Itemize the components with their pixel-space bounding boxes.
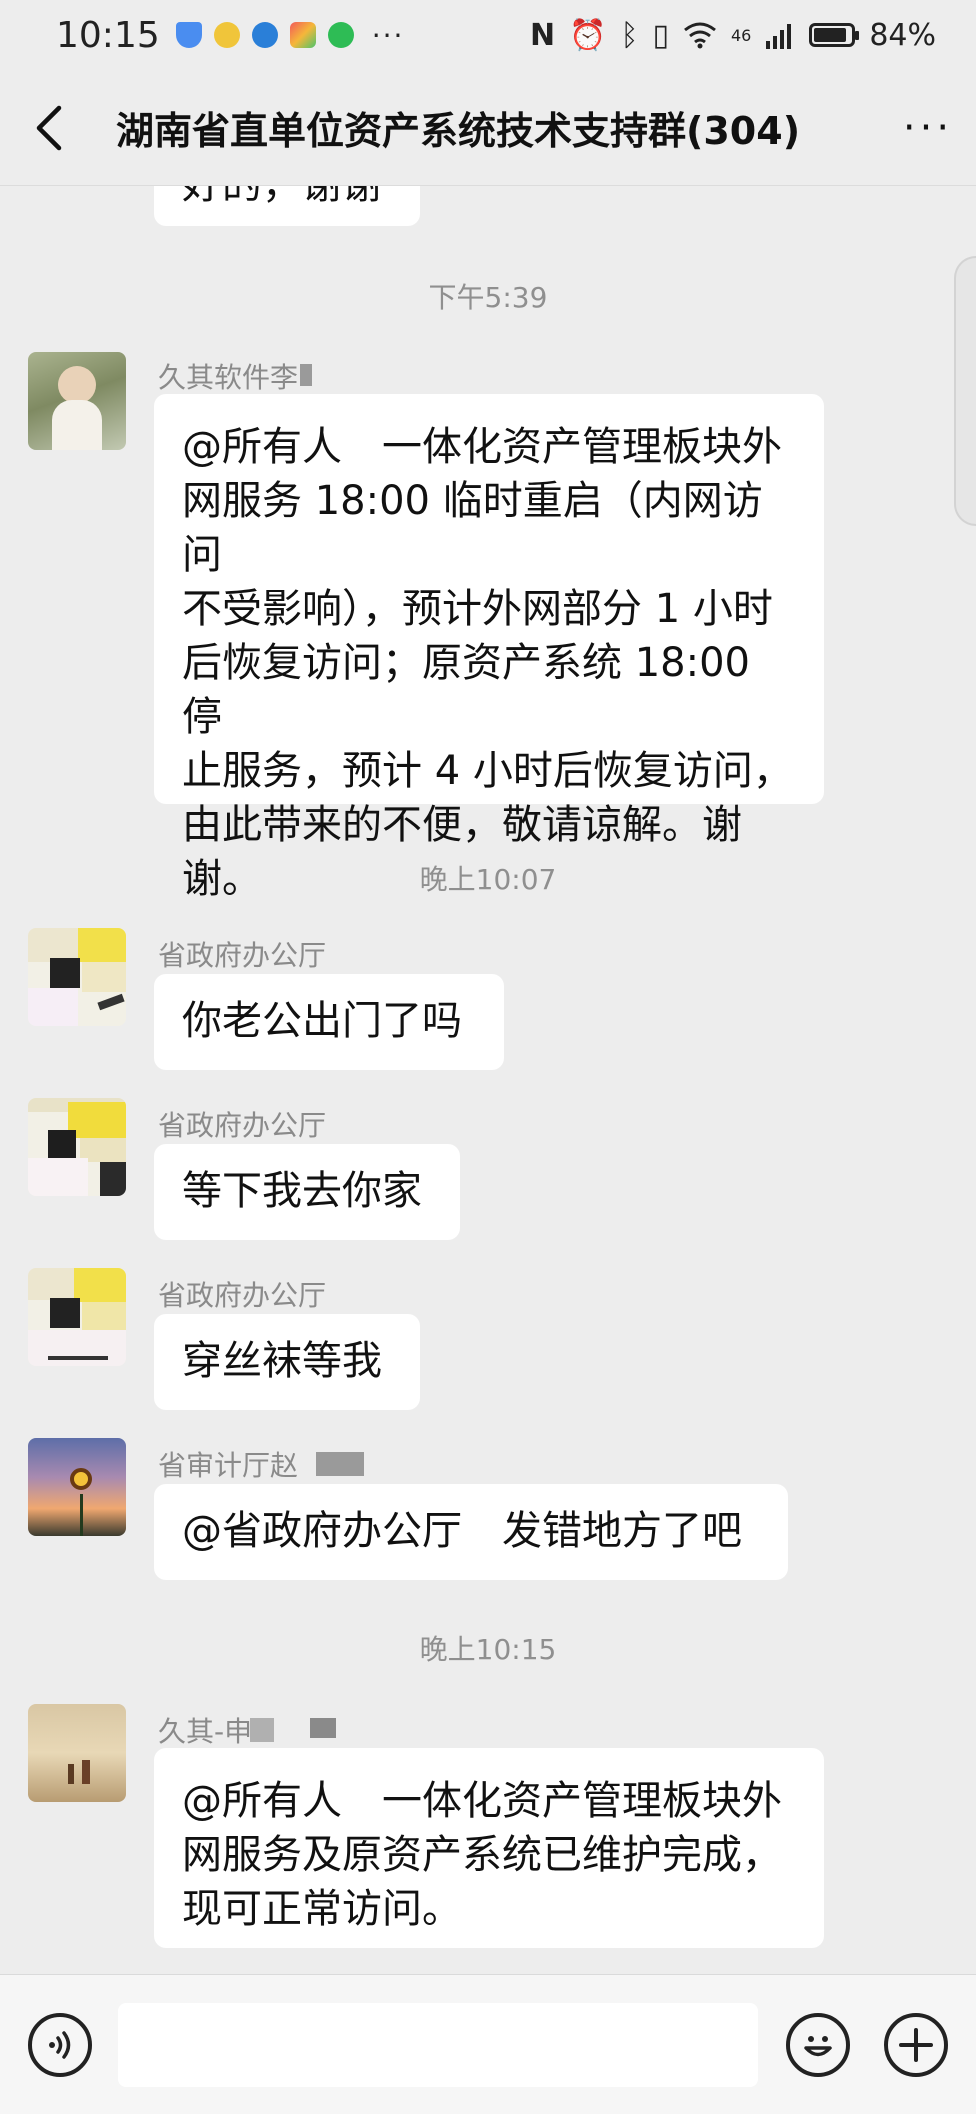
- voice-input-button[interactable]: [28, 2013, 92, 2077]
- nfc-icon: N: [529, 17, 556, 53]
- mosaic-cell: [82, 962, 126, 992]
- mosaic-cell: [28, 1330, 126, 1366]
- mosaic-cell: [68, 1102, 126, 1138]
- timestamp: 下午5:39: [428, 281, 548, 314]
- mosaic-cell: [78, 928, 126, 962]
- sender-name: 省政府办公厅: [158, 1279, 327, 1312]
- message-input[interactable]: [118, 2003, 758, 2087]
- message-line: 网服务 18:00 临时重启（内网访问: [182, 478, 763, 578]
- mosaic-cell: [28, 1268, 74, 1300]
- message-bubble[interactable]: 等下我去你家: [154, 1144, 460, 1240]
- battery-percent: 84%: [869, 17, 936, 53]
- browser-icon: [251, 22, 278, 48]
- avatar[interactable]: [28, 1438, 126, 1536]
- chat-header: 湖南省直单位资产系统技术支持群(304) ···: [0, 70, 976, 186]
- message-line: 止服务，预计 4 小时后恢复访问，: [182, 748, 793, 794]
- mosaic-cell: [50, 1298, 80, 1328]
- redaction-mark: [316, 1452, 364, 1476]
- message-line: 由此带来的不便，敬请谅解。谢: [182, 802, 742, 848]
- back-button[interactable]: [0, 70, 96, 186]
- avatar[interactable]: [28, 1704, 126, 1802]
- add-more-button[interactable]: [884, 2013, 948, 2077]
- chevron-left-icon: [36, 105, 62, 150]
- plus-icon: [899, 2028, 933, 2062]
- battery-icon: [809, 23, 860, 47]
- message-text: 穿丝袜等我: [182, 1338, 382, 1384]
- avatar[interactable]: [28, 352, 126, 450]
- avatar[interactable]: [28, 1268, 126, 1366]
- system-icons: N ⏰ ᛒ ▯ 46 84%: [530, 18, 936, 53]
- timestamp: 晚上10:07: [419, 863, 557, 896]
- avatar-figure: [68, 1764, 74, 1784]
- mosaic-cell: [48, 1130, 76, 1158]
- shield-icon: [175, 22, 202, 48]
- message-line: @所有人 一体化资产管理板块外: [182, 424, 782, 470]
- message-bubble[interactable]: 穿丝袜等我: [154, 1314, 420, 1410]
- message-line: 现可正常访问。: [182, 1886, 462, 1932]
- mosaic-cell: [97, 993, 125, 1011]
- emoji-button[interactable]: [786, 2013, 850, 2077]
- mosaic-cell: [74, 1268, 126, 1302]
- status-time: 10:15: [56, 14, 160, 56]
- mosaic-cell: [82, 1302, 126, 1332]
- avatar[interactable]: [28, 928, 126, 1026]
- timestamp: 晚上10:15: [419, 1633, 557, 1666]
- notification-icons: ···: [175, 18, 405, 52]
- smiley-icon: [804, 2036, 832, 2057]
- input-bar: [0, 1974, 976, 2114]
- avatar-figure: [58, 366, 96, 404]
- wifi-icon: [684, 22, 716, 49]
- message-text: 等下我去你家: [182, 1168, 422, 1214]
- partial-message-text: 好的，谢谢: [182, 186, 382, 208]
- voice-icon: [49, 2031, 71, 2059]
- redaction-mark: [310, 1718, 336, 1738]
- mosaic-cell: [100, 1162, 126, 1196]
- message-bubble[interactable]: 你老公出门了吗: [154, 974, 504, 1070]
- network-type: 46: [730, 25, 752, 45]
- sender-name: 省审计厅赵: [158, 1449, 299, 1482]
- signal-icon: [766, 24, 792, 49]
- sender-name: 省政府办公厅: [158, 1109, 327, 1142]
- chat-title: 湖南省直单位资产系统技术支持群(304): [116, 109, 801, 153]
- more-options-button[interactable]: ···: [880, 105, 976, 151]
- partial-message-bubble[interactable]: 好的，谢谢: [154, 186, 420, 226]
- mosaic-cell: [28, 1158, 88, 1196]
- mosaic-cell: [28, 928, 78, 962]
- message-bubble[interactable]: @所有人 一体化资产管理板块外 网服务 18:00 临时重启（内网访问 不受影响…: [154, 394, 824, 902]
- avatar-figure-body: [52, 400, 102, 450]
- status-bar: 10:15 ··· N ⏰ ᛒ ▯ 46 84%: [0, 0, 976, 70]
- message-line: 不受影响），预计外网部分 1 小时: [182, 586, 773, 632]
- sunflower-stem: [80, 1494, 83, 1536]
- sender-name: 久其软件李: [158, 361, 299, 394]
- mosaic-cell: [28, 988, 78, 1026]
- avatar[interactable]: [28, 1098, 126, 1196]
- message-bubble[interactable]: @省政府办公厅 发错地方了吧: [154, 1484, 788, 1580]
- app-face-icon: [213, 22, 240, 48]
- redaction-mark: [300, 364, 312, 386]
- mosaic-cell: [50, 958, 80, 988]
- sender-name: 久其-申: [158, 1715, 253, 1748]
- app-tile-icon: [289, 22, 316, 48]
- message-list[interactable]: 好的，谢谢 下午5:39 久其软件李 @所有人 一体化资产管理板块外 网服务 1…: [0, 186, 976, 1974]
- green-badge-icon: [327, 22, 354, 48]
- mosaic-cell: [48, 1356, 108, 1360]
- bluetooth-icon: ᛒ: [620, 17, 639, 53]
- avatar-figure: [82, 1760, 90, 1784]
- alarm-icon: ⏰: [569, 17, 607, 53]
- message-line: @所有人 一体化资产管理板块外: [182, 1778, 782, 1824]
- message-text: @省政府办公厅 发错地方了吧: [182, 1508, 742, 1554]
- message-line: 后恢复访问；原资产系统 18:00 停: [182, 640, 750, 740]
- message-bubble[interactable]: @所有人 一体化资产管理板块外 网服务及原资产系统已维护完成， 现可正常访问。: [154, 1748, 824, 1948]
- overflow-icon: ···: [371, 18, 405, 52]
- sender-name: 省政府办公厅: [158, 939, 327, 972]
- message-text: 你老公出门了吗: [182, 998, 462, 1044]
- message-line: 网服务及原资产系统已维护完成，: [182, 1832, 782, 1878]
- redaction-mark: [250, 1718, 274, 1742]
- vibrate-icon: ▯: [652, 17, 669, 53]
- sunflower-head: [70, 1468, 92, 1490]
